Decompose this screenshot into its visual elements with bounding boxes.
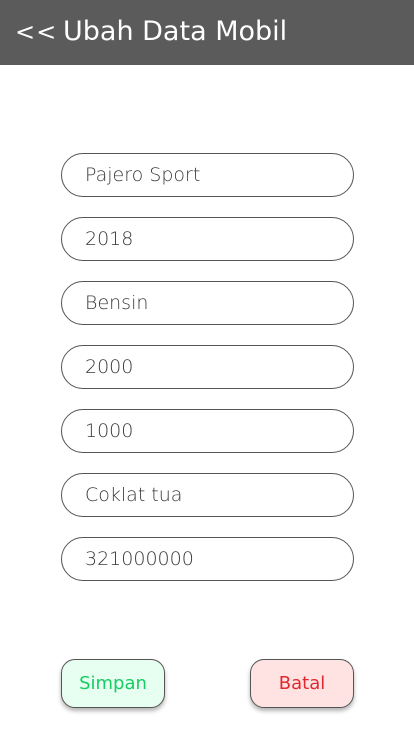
engine-capacity-field[interactable] xyxy=(61,345,354,389)
fuel-type-field[interactable] xyxy=(61,281,354,325)
car-year-input[interactable] xyxy=(85,228,353,250)
price-input[interactable] xyxy=(85,548,353,570)
fuel-type-input[interactable] xyxy=(85,292,353,314)
save-button[interactable]: Simpan xyxy=(61,659,165,708)
page-title: Ubah Data Mobil xyxy=(63,16,288,47)
mileage-input[interactable] xyxy=(85,420,353,442)
car-name-input[interactable] xyxy=(85,164,353,186)
edit-car-screen: << Ubah Data Mobil Simpan Batal xyxy=(0,0,414,736)
back-button[interactable]: << xyxy=(15,16,57,48)
app-bar: << Ubah Data Mobil xyxy=(0,0,414,65)
cancel-button[interactable]: Batal xyxy=(250,659,354,708)
engine-capacity-input[interactable] xyxy=(85,356,353,378)
mileage-field[interactable] xyxy=(61,409,354,453)
color-field[interactable] xyxy=(61,473,354,517)
car-name-field[interactable] xyxy=(61,153,354,197)
price-field[interactable] xyxy=(61,537,354,581)
color-input[interactable] xyxy=(85,484,353,506)
car-year-field[interactable] xyxy=(61,217,354,261)
